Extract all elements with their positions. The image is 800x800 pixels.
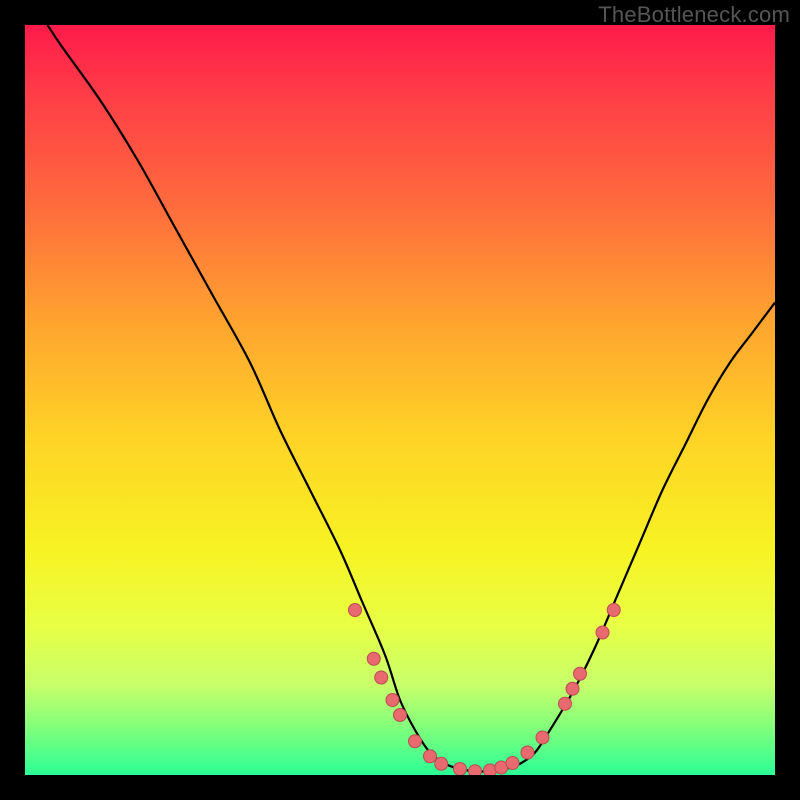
- data-point-p8: [435, 757, 448, 770]
- data-point-p16: [559, 697, 572, 710]
- data-point-p1: [349, 604, 362, 617]
- data-point-p7: [424, 750, 437, 763]
- curve-svg: [25, 25, 775, 775]
- data-point-p18: [574, 667, 587, 680]
- data-point-p5: [394, 709, 407, 722]
- chart-stage: TheBottleneck.com: [0, 0, 800, 800]
- data-point-p4: [386, 694, 399, 707]
- plot-area: [25, 25, 775, 775]
- data-point-p15: [536, 731, 549, 744]
- data-point-p19: [596, 626, 609, 639]
- data-point-p3: [375, 671, 388, 684]
- data-point-p20: [607, 604, 620, 617]
- data-point-p14: [521, 746, 534, 759]
- data-points-group: [349, 604, 621, 776]
- data-point-p9: [454, 763, 467, 776]
- data-point-p17: [566, 682, 579, 695]
- data-point-p10: [469, 765, 482, 775]
- data-point-p13: [506, 757, 519, 770]
- data-point-p6: [409, 735, 422, 748]
- bottleneck-curve: [48, 25, 776, 772]
- data-point-p2: [367, 652, 380, 665]
